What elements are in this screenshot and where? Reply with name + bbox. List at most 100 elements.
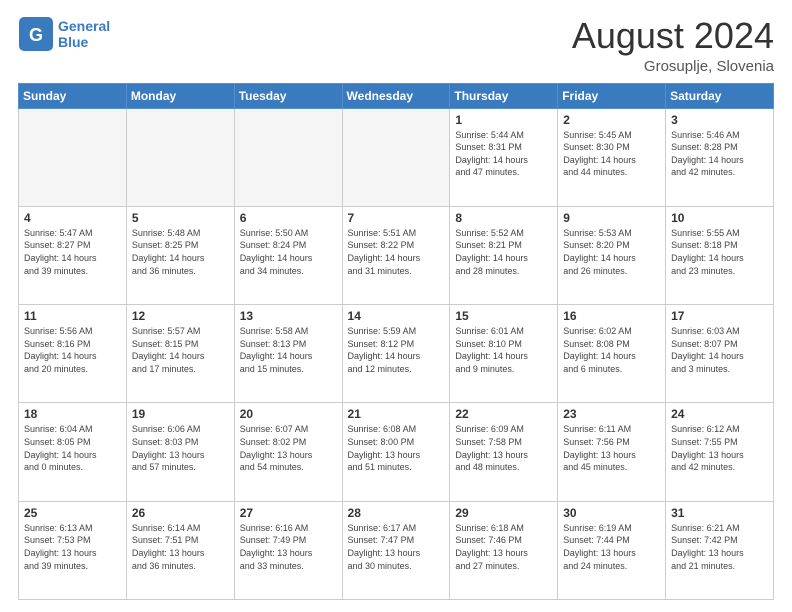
day-info: Sunrise: 5:52 AM Sunset: 8:21 PM Dayligh…: [455, 227, 552, 277]
table-row: 11 Sunrise: 5:56 AM Sunset: 8:16 PM Dayli…: [19, 305, 127, 403]
day-info: Sunrise: 6:11 AM Sunset: 7:56 PM Dayligh…: [563, 423, 660, 473]
day-number: 1: [455, 113, 552, 127]
day-number: 16: [563, 309, 660, 323]
day-number: 22: [455, 407, 552, 421]
table-row: 9Sunrise: 5:53 AM Sunset: 8:20 PM Daylig…: [558, 206, 666, 304]
table-row: 23 Sunrise: 6:11 AM Sunset: 7:56 PM Dayli…: [558, 403, 666, 501]
day-number: 15: [455, 309, 552, 323]
table-row: 1 Sunrise: 5:44 AM Sunset: 8:31 PM Daylig…: [450, 108, 558, 206]
calendar-week-row: 1 Sunrise: 5:44 AM Sunset: 8:31 PM Daylig…: [19, 108, 774, 206]
col-thursday: Thursday: [450, 83, 558, 108]
day-number: 31: [671, 506, 768, 520]
day-info: Sunrise: 6:19 AM Sunset: 7:44 PM Dayligh…: [563, 522, 660, 572]
logo: G General Blue: [18, 16, 110, 52]
table-row: 7 Sunrise: 5:51 AM Sunset: 8:22 PM Daylig…: [342, 206, 450, 304]
table-row: 29 Sunrise: 6:18 AM Sunset: 7:46 PM Dayli…: [450, 501, 558, 599]
col-tuesday: Tuesday: [234, 83, 342, 108]
day-number: 2: [563, 113, 660, 127]
day-number: 19: [132, 407, 229, 421]
location: Grosuplje, Slovenia: [572, 58, 774, 75]
day-number: 27: [240, 506, 337, 520]
day-number: 23: [563, 407, 660, 421]
day-info: Sunrise: 6:14 AM Sunset: 7:51 PM Dayligh…: [132, 522, 229, 572]
day-number: 29: [455, 506, 552, 520]
table-row: 21Sunrise: 6:08 AM Sunset: 8:00 PM Dayli…: [342, 403, 450, 501]
day-info: Sunrise: 6:07 AM Sunset: 8:02 PM Dayligh…: [240, 423, 337, 473]
logo-icon: G: [18, 16, 54, 52]
calendar-week-row: 25Sunrise: 6:13 AM Sunset: 7:53 PM Dayli…: [19, 501, 774, 599]
day-number: 28: [348, 506, 445, 520]
table-row: 12 Sunrise: 5:57 AM Sunset: 8:15 PM Dayli…: [126, 305, 234, 403]
day-info: Sunrise: 5:51 AM Sunset: 8:22 PM Dayligh…: [348, 227, 445, 277]
day-info: Sunrise: 5:45 AM Sunset: 8:30 PM Dayligh…: [563, 129, 660, 179]
day-info: Sunrise: 5:58 AM Sunset: 8:13 PM Dayligh…: [240, 325, 337, 375]
table-row: 20 Sunrise: 6:07 AM Sunset: 8:02 PM Dayli…: [234, 403, 342, 501]
table-row: 8 Sunrise: 5:52 AM Sunset: 8:21 PM Daylig…: [450, 206, 558, 304]
day-info: Sunrise: 6:18 AM Sunset: 7:46 PM Dayligh…: [455, 522, 552, 572]
calendar-header-row: Sunday Monday Tuesday Wednesday Thursday…: [19, 83, 774, 108]
day-number: 12: [132, 309, 229, 323]
calendar-table: Sunday Monday Tuesday Wednesday Thursday…: [18, 83, 774, 600]
day-number: 3: [671, 113, 768, 127]
page: G General Blue August 2024 Grosuplje, Sl…: [0, 0, 792, 612]
day-info: Sunrise: 5:53 AM Sunset: 8:20 PM Dayligh…: [563, 227, 660, 277]
table-row: 19 Sunrise: 6:06 AM Sunset: 8:03 PM Dayli…: [126, 403, 234, 501]
day-number: 20: [240, 407, 337, 421]
table-row: [234, 108, 342, 206]
day-info: Sunrise: 6:21 AM Sunset: 7:42 PM Dayligh…: [671, 522, 768, 572]
day-number: 18: [24, 407, 121, 421]
table-row: 17 Sunrise: 6:03 AM Sunset: 8:07 PM Dayli…: [666, 305, 774, 403]
day-info: Sunrise: 6:08 AM Sunset: 8:00 PM Dayligh…: [348, 423, 445, 473]
day-number: 8: [455, 211, 552, 225]
header: G General Blue August 2024 Grosuplje, Sl…: [18, 16, 774, 75]
table-row: 27Sunrise: 6:16 AM Sunset: 7:49 PM Dayli…: [234, 501, 342, 599]
day-info: Sunrise: 6:03 AM Sunset: 8:07 PM Dayligh…: [671, 325, 768, 375]
day-info: Sunrise: 5:44 AM Sunset: 8:31 PM Dayligh…: [455, 129, 552, 179]
table-row: 4Sunrise: 5:47 AM Sunset: 8:27 PM Daylig…: [19, 206, 127, 304]
day-number: 24: [671, 407, 768, 421]
day-number: 10: [671, 211, 768, 225]
calendar-week-row: 4Sunrise: 5:47 AM Sunset: 8:27 PM Daylig…: [19, 206, 774, 304]
table-row: [126, 108, 234, 206]
day-number: 26: [132, 506, 229, 520]
day-number: 7: [348, 211, 445, 225]
day-info: Sunrise: 5:50 AM Sunset: 8:24 PM Dayligh…: [240, 227, 337, 277]
day-info: Sunrise: 6:09 AM Sunset: 7:58 PM Dayligh…: [455, 423, 552, 473]
svg-text:G: G: [29, 25, 43, 45]
day-number: 5: [132, 211, 229, 225]
table-row: 3 Sunrise: 5:46 AM Sunset: 8:28 PM Daylig…: [666, 108, 774, 206]
day-info: Sunrise: 6:04 AM Sunset: 8:05 PM Dayligh…: [24, 423, 121, 473]
col-sunday: Sunday: [19, 83, 127, 108]
table-row: [342, 108, 450, 206]
col-saturday: Saturday: [666, 83, 774, 108]
table-row: 22 Sunrise: 6:09 AM Sunset: 7:58 PM Dayli…: [450, 403, 558, 501]
table-row: 6 Sunrise: 5:50 AM Sunset: 8:24 PM Daylig…: [234, 206, 342, 304]
day-number: 13: [240, 309, 337, 323]
day-number: 14: [348, 309, 445, 323]
day-number: 4: [24, 211, 121, 225]
table-row: 2 Sunrise: 5:45 AM Sunset: 8:30 PM Daylig…: [558, 108, 666, 206]
day-info: Sunrise: 5:48 AM Sunset: 8:25 PM Dayligh…: [132, 227, 229, 277]
day-number: 17: [671, 309, 768, 323]
day-number: 6: [240, 211, 337, 225]
table-row: 16Sunrise: 6:02 AM Sunset: 8:08 PM Dayli…: [558, 305, 666, 403]
month-title: August 2024: [572, 16, 774, 56]
day-number: 25: [24, 506, 121, 520]
day-number: 11: [24, 309, 121, 323]
day-info: Sunrise: 5:57 AM Sunset: 8:15 PM Dayligh…: [132, 325, 229, 375]
table-row: 24 Sunrise: 6:12 AM Sunset: 7:55 PM Dayli…: [666, 403, 774, 501]
title-block: August 2024 Grosuplje, Slovenia: [572, 16, 774, 75]
col-wednesday: Wednesday: [342, 83, 450, 108]
col-friday: Friday: [558, 83, 666, 108]
day-info: Sunrise: 6:01 AM Sunset: 8:10 PM Dayligh…: [455, 325, 552, 375]
col-monday: Monday: [126, 83, 234, 108]
table-row: [19, 108, 127, 206]
table-row: 5 Sunrise: 5:48 AM Sunset: 8:25 PM Daylig…: [126, 206, 234, 304]
table-row: 25Sunrise: 6:13 AM Sunset: 7:53 PM Dayli…: [19, 501, 127, 599]
day-info: Sunrise: 5:56 AM Sunset: 8:16 PM Dayligh…: [24, 325, 121, 375]
day-info: Sunrise: 6:12 AM Sunset: 7:55 PM Dayligh…: [671, 423, 768, 473]
day-info: Sunrise: 6:17 AM Sunset: 7:47 PM Dayligh…: [348, 522, 445, 572]
day-info: Sunrise: 5:46 AM Sunset: 8:28 PM Dayligh…: [671, 129, 768, 179]
day-info: Sunrise: 6:06 AM Sunset: 8:03 PM Dayligh…: [132, 423, 229, 473]
table-row: 31 Sunrise: 6:21 AM Sunset: 7:42 PM Dayli…: [666, 501, 774, 599]
